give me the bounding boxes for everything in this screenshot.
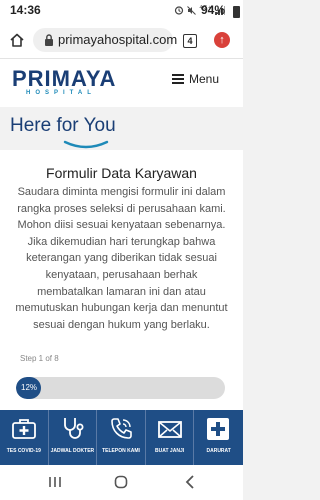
nav-label: DARURAT [206, 448, 231, 454]
tagline-banner: Here for You [0, 107, 243, 150]
battery-icon [233, 6, 240, 18]
nav-emergency[interactable]: DARURAT [194, 410, 243, 465]
smile-swoosh-icon [63, 140, 109, 149]
nav-covid-test[interactable]: TES COVID-19 [0, 410, 49, 465]
site-header: PRIMAYA HOSPITAL Menu [0, 59, 243, 107]
bottom-nav: TES COVID-19 JADWAL DOKTER TELEPON KAMI … [0, 410, 243, 465]
nav-label: TELEPON KAMI [102, 448, 140, 454]
nav-make-appointment[interactable]: BUAT JANJI [146, 410, 195, 465]
browser-update-icon[interactable]: ↑ [214, 32, 230, 48]
step-indicator: Step 1 of 8 [20, 354, 59, 363]
progress-fill: 12% [16, 377, 42, 399]
nav-label: BUAT JANJI [155, 448, 185, 454]
browser-toolbar: primayahospital.com 4 ↑ [0, 22, 243, 59]
system-nav-bar [0, 465, 243, 500]
form-card: Formulir Data Karyawan Saudara diminta m… [0, 150, 243, 410]
nav-label: TES COVID-19 [6, 448, 41, 454]
envelope-icon [157, 421, 182, 438]
tagline-text: Here for You [10, 115, 116, 136]
nav-doctor-schedule[interactable]: JADWAL DOKTER [49, 410, 98, 465]
status-time: 14:36 [10, 3, 41, 17]
mute-icon [187, 5, 197, 15]
emergency-cross-icon [207, 418, 230, 440]
battery-percent: 94% [201, 3, 226, 17]
alarm-icon [174, 6, 184, 15]
lock-icon [45, 34, 53, 46]
recent-apps-icon[interactable] [48, 476, 62, 488]
progress-bar: 12% [16, 377, 225, 399]
status-bar: 14:36 4G+ 94% [0, 0, 243, 22]
logo-subtitle: HOSPITAL [26, 90, 96, 96]
hamburger-icon[interactable] [172, 74, 184, 84]
stethoscope-icon [63, 418, 84, 439]
logo-wordmark[interactable]: PRIMAYA [12, 66, 116, 92]
medical-kit-icon [12, 419, 36, 439]
phone-icon [111, 418, 132, 439]
tab-switcher-button[interactable]: 4 [183, 34, 197, 48]
nav-label: JADWAL DOKTER [50, 448, 95, 454]
home-icon[interactable] [9, 32, 25, 48]
back-icon[interactable] [185, 475, 195, 489]
menu-button[interactable]: Menu [189, 72, 219, 86]
form-title: Formulir Data Karyawan [46, 165, 197, 181]
nav-call-us[interactable]: TELEPON KAMI [97, 410, 146, 465]
url-text[interactable]: primayahospital.com [58, 32, 177, 47]
home-button-icon[interactable] [114, 475, 128, 489]
form-intro-text: Saudara diminta mengisi formulir ini dal… [15, 186, 228, 331]
